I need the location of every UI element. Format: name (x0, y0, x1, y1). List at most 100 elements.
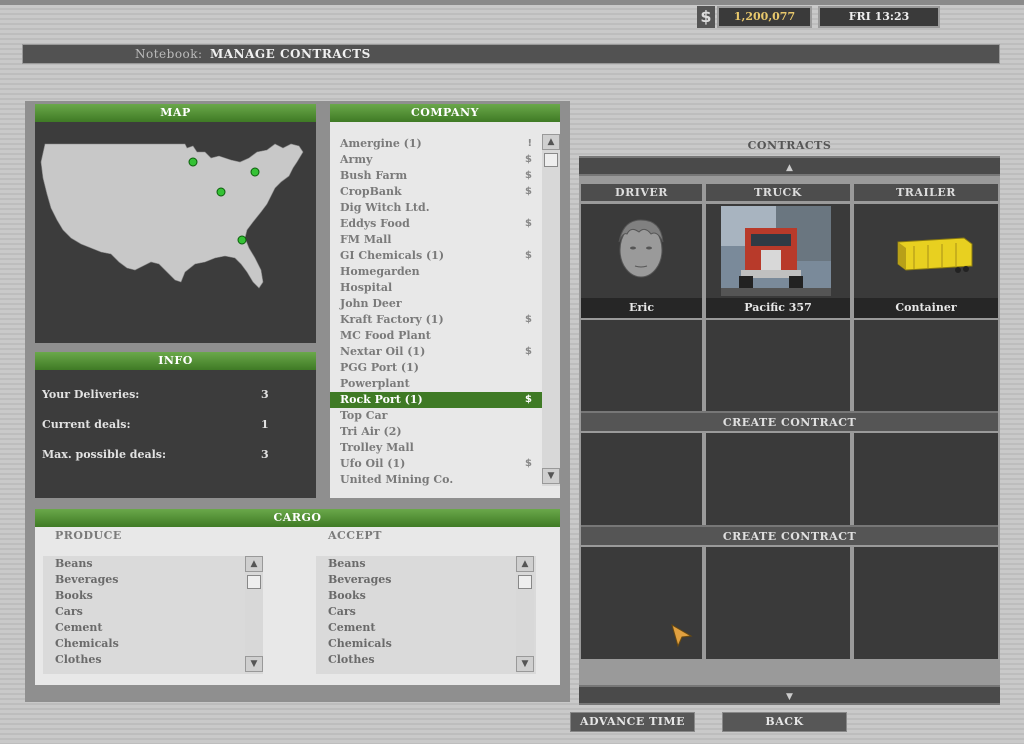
trailer-card[interactable]: Container (854, 204, 998, 318)
company-item[interactable]: Powerplant (330, 376, 542, 392)
empty-slot (854, 433, 998, 525)
produce-cargo-item[interactable]: Cement (43, 620, 263, 636)
accept-cargo-item[interactable]: Cars (316, 604, 536, 620)
location-marker[interactable] (216, 187, 226, 197)
company-name: Homegarden (340, 265, 420, 278)
accept-cargo-item[interactable]: Books (316, 588, 536, 604)
clock-display: FRI 13:23 (818, 6, 940, 28)
company-item[interactable]: United Mining Co. (330, 472, 542, 488)
produce-cargo-item[interactable]: Books (43, 588, 263, 604)
produce-list: Beans Beverages Books Cars Cement Chemicals Cl… (43, 556, 263, 674)
truck-photo-icon (721, 206, 831, 296)
money-display: 1,200,077 (717, 6, 812, 28)
company-name: Bush Farm (340, 169, 408, 182)
company-name: Army (340, 153, 373, 166)
location-marker[interactable] (188, 157, 198, 167)
company-item[interactable]: GI Chemicals (1) $ (330, 248, 542, 264)
dollar-icon: $ (525, 186, 532, 197)
company-item[interactable]: Amergine (1)! (330, 136, 542, 152)
company-item[interactable]: Homegarden (330, 264, 542, 280)
advance-time-button[interactable]: ADVANCE TIME (570, 712, 695, 732)
company-item[interactable]: Eddys Food $ (330, 216, 542, 232)
info-value-deliveries: 3 (261, 388, 269, 401)
trailer-name: Container (854, 298, 998, 318)
scroll-thumb[interactable] (544, 153, 558, 167)
company-item[interactable]: Top Car (330, 408, 542, 424)
driver-name: Eric (581, 298, 702, 318)
accept-cargo-item[interactable]: Clothes (316, 652, 536, 668)
company-name: MC Food Plant (340, 329, 431, 342)
company-item[interactable]: MC Food Plant (330, 328, 542, 344)
scroll-down-icon[interactable]: ▼ (542, 468, 560, 484)
create-contract-button[interactable]: CREATE CONTRACT (581, 411, 998, 431)
dollar-icon: $ (525, 394, 532, 405)
company-item[interactable]: Bush Farm $ (330, 168, 542, 184)
empty-slot (706, 320, 850, 412)
contracts-scroll-down-icon[interactable]: ▼ (579, 685, 1000, 705)
company-item[interactable]: Ufo Oil (1) $ (330, 456, 542, 472)
scroll-up-icon[interactable]: ▲ (542, 134, 560, 150)
dollar-icon: $ (525, 346, 532, 357)
scroll-thumb[interactable] (518, 575, 532, 589)
column-trailer: TRAILER (854, 184, 998, 201)
company-item[interactable]: Kraft Factory (1) $ (330, 312, 542, 328)
scroll-down-icon[interactable]: ▼ (245, 656, 263, 672)
produce-cargo-item[interactable]: Beans (43, 556, 263, 572)
company-item[interactable]: Hospital (330, 280, 542, 296)
contracts-scroll-up-icon[interactable]: ▲ (579, 156, 1000, 176)
company-item[interactable]: Nextar Oil (1) $ (330, 344, 542, 360)
accept-cargo-item[interactable]: Chemicals (316, 636, 536, 652)
accept-cargo-item[interactable]: Beans (316, 556, 536, 572)
empty-slot (706, 433, 850, 525)
company-item[interactable]: Rock Port (1) $ (330, 392, 542, 408)
notebook-header: Notebook: MANAGE CONTRACTS (22, 44, 1000, 64)
dollar-icon: $ (525, 458, 532, 469)
produce-cargo-item[interactable]: Clothes (43, 652, 263, 668)
location-marker[interactable] (250, 167, 260, 177)
scroll-up-icon[interactable]: ▲ (245, 556, 263, 572)
truck-card[interactable]: Pacific 357 (706, 204, 850, 318)
company-item[interactable]: Tri Air (2) (330, 424, 542, 440)
company-item[interactable]: PGG Port (1) (330, 360, 542, 376)
accept-list: Beans Beverages Books Cars Cement Chemicals Cl… (316, 556, 536, 674)
accept-cargo-item[interactable]: Cement (316, 620, 536, 636)
accept-cargo-item[interactable]: Beverages (316, 572, 536, 588)
company-scrollbar[interactable] (542, 134, 560, 486)
company-name: Ufo Oil (1) (340, 457, 406, 470)
empty-slot (581, 320, 702, 412)
container-trailer-icon (897, 237, 973, 273)
company-item[interactable]: Trolley Mall (330, 440, 542, 456)
driver-card[interactable]: Eric (581, 204, 702, 318)
dollar-icon: $ (525, 218, 532, 229)
company-item[interactable]: Dig Witch Ltd. (330, 200, 542, 216)
produce-cargo-item[interactable]: Beverages (43, 572, 263, 588)
mouse-cursor-icon (671, 624, 693, 648)
scroll-down-icon[interactable]: ▼ (516, 656, 534, 672)
company-item[interactable]: John Deer (330, 296, 542, 312)
company-item[interactable]: Army $ (330, 152, 542, 168)
location-marker[interactable] (237, 235, 247, 245)
dollar-icon: $ (525, 170, 532, 181)
scroll-up-icon[interactable]: ▲ (516, 556, 534, 572)
map-title: MAP (35, 104, 316, 122)
info-label-deliveries: Your Deliveries: (42, 388, 140, 401)
back-button[interactable]: BACK (722, 712, 847, 732)
company-item[interactable]: CropBank $ (330, 184, 542, 200)
create-contract-button[interactable]: CREATE CONTRACT (581, 525, 998, 545)
produce-cargo-item[interactable]: Chemicals (43, 636, 263, 652)
produce-cargo-item[interactable]: Cars (43, 604, 263, 620)
driver-portrait-icon (618, 219, 664, 278)
info-label-current-deals: Current deals: (42, 418, 131, 431)
truck-name: Pacific 357 (706, 298, 850, 318)
map-panel: MAP (35, 104, 316, 343)
company-list: Amergine (1)! Army $ Bush Farm $ CropBank $ Dig… (330, 136, 542, 488)
company-name: Eddys Food (340, 217, 410, 230)
scroll-thumb[interactable] (247, 575, 261, 589)
company-name: Kraft Factory (1) (340, 313, 444, 326)
company-item[interactable]: FM Mall (330, 232, 542, 248)
produce-heading: PRODUCE (55, 529, 122, 542)
company-name: Hospital (340, 281, 393, 294)
empty-slot (706, 547, 850, 659)
info-title: INFO (35, 352, 316, 370)
usa-map[interactable] (35, 122, 316, 322)
